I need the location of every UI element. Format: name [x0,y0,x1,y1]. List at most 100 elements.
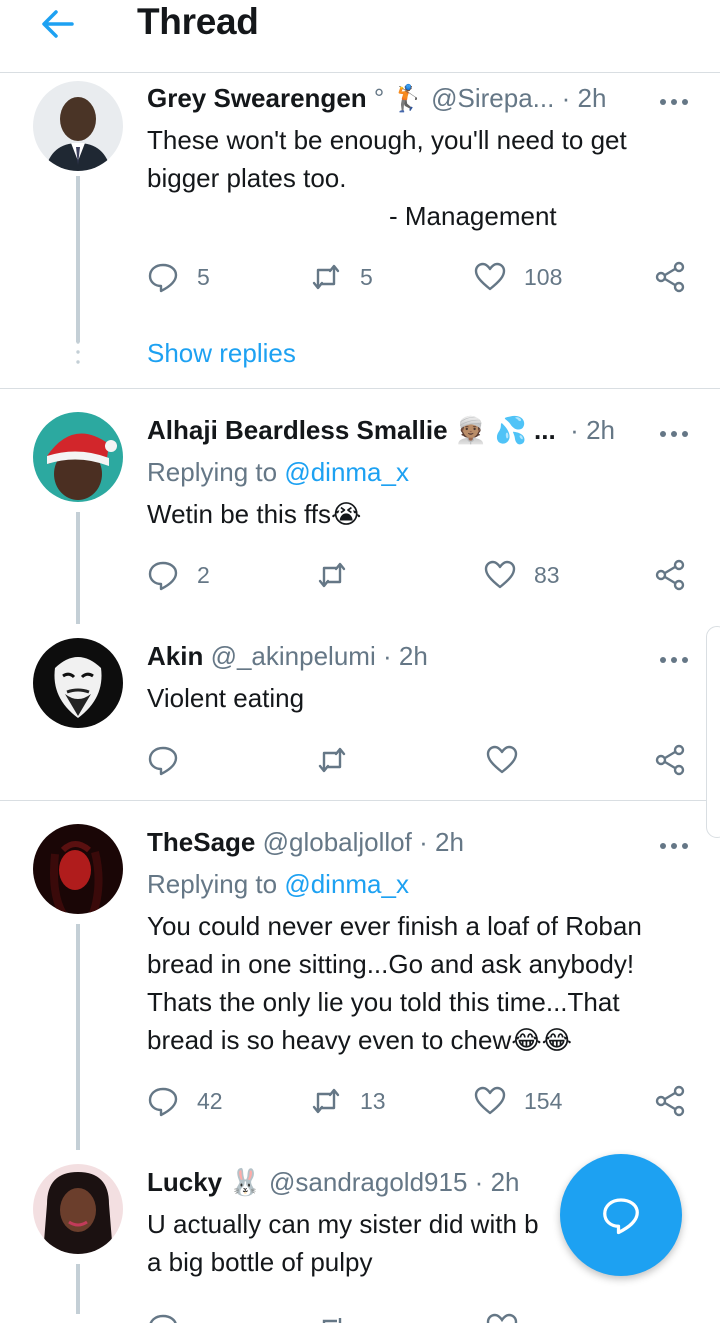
like-icon [484,560,516,589]
share-icon [655,261,685,293]
timestamp[interactable]: 2h [578,83,607,113]
tweet-4[interactable]: TheSage @globaljollof · 2h Replying to @… [0,824,720,1150]
divider [0,800,720,801]
like-button[interactable]: 154 [474,1081,562,1121]
avatar[interactable] [33,81,123,171]
reply-button[interactable] [147,740,179,780]
tweet-text-line: These won't be enough, you'll need to ge… [147,125,627,155]
share-button[interactable] [654,1081,686,1121]
tweet-text-line: bread in one sitting...Go and ask anybod… [147,949,635,979]
action-bar: 42 13 154 [0,1081,720,1121]
reply-button[interactable] [147,1308,179,1323]
like-button[interactable] [486,740,518,780]
more-icon[interactable] [658,838,690,849]
avatar[interactable] [33,1164,123,1254]
reply-icon [148,561,178,591]
display-name[interactable]: Alhaji Beardless Smallie [147,415,448,445]
more-icon[interactable] [658,426,690,437]
compose-reply-button[interactable] [560,1154,682,1276]
like-button[interactable]: 83 [484,555,560,595]
handle[interactable]: @Sirepa... [431,83,554,113]
share-button[interactable] [654,555,686,595]
avatar[interactable] [33,412,123,502]
tweet-meta: Alhaji Beardless Smallie 👳🏽 💦 ... · 2h [147,412,615,448]
display-name[interactable]: Grey Swearengen [147,83,367,113]
retweet-button[interactable]: 13 [310,1081,386,1121]
retweet-button[interactable]: 5 [310,257,373,297]
man-turban-emoji: 👳🏽 [454,415,488,445]
laughing-emoji: 😂😂 [511,1025,572,1055]
share-button[interactable] [654,740,686,780]
tweet-meta: Akin @_akinpelumi · 2h [147,638,428,674]
replying-to-link[interactable]: @dinma_x [284,457,409,487]
tweet-2[interactable]: Alhaji Beardless Smallie 👳🏽 💦 ... · 2h R… [0,412,720,624]
handle[interactable]: @_akinpelumi [211,641,376,671]
retweet-button[interactable] [316,555,348,595]
reply-button[interactable]: 5 [147,257,210,297]
rabbit-emoji: 🐰 [229,1167,262,1197]
scroll-indicator [706,626,720,838]
share-button[interactable] [654,257,686,297]
share-icon [655,559,685,591]
tweet-text: Violent eating [147,683,305,713]
tweet-meta: Grey Swearengen ° 🏌 @Sirepa... · 2h [147,80,606,116]
tweet-text-line: bread is so heavy even to chew😂😂 [147,1021,572,1059]
like-count: 154 [524,1087,563,1114]
thread-dots [76,340,80,364]
like-icon [474,262,506,291]
share-icon [655,744,685,776]
back-arrow-icon[interactable] [38,4,78,44]
tweet-text: Wetin be this ffs😭 [147,495,361,533]
reply-icon [148,746,178,776]
reply-button[interactable]: 2 [147,555,210,595]
handle[interactable]: @sandragold915 [269,1167,467,1197]
action-bar-partial [0,1308,720,1323]
like-icon [486,745,518,774]
like-button[interactable]: 108 [474,257,562,297]
compose-reply-icon [603,1198,639,1235]
tweet-3[interactable]: Akin @_akinpelumi · 2h Violent eating [0,638,720,798]
avatar[interactable] [33,824,123,914]
display-name[interactable]: Lucky [147,1167,222,1197]
handle[interactable]: @globaljollof [263,827,412,857]
tweet-text-line: You could never ever finish a loaf of Ro… [147,911,642,941]
reply-count: 42 [197,1087,223,1114]
more-icon[interactable] [658,94,690,105]
replying-prefix: Replying to [147,869,285,899]
tweet-signature: - Management [389,201,557,231]
share-icon [655,1085,685,1117]
tweet-text-line: bigger plates too. [147,163,347,193]
replying-to: Replying to @dinma_x [147,453,409,491]
timestamp[interactable]: 2h [399,641,428,671]
replying-to-link[interactable]: @dinma_x [284,869,409,899]
top-bar: Thread [0,0,720,73]
timestamp[interactable]: 2h [435,827,464,857]
like-button[interactable] [486,1308,518,1323]
reply-icon [148,1087,178,1117]
reply-icon [149,1314,177,1323]
show-replies-link[interactable]: Show replies [147,335,296,371]
handle-truncated[interactable]: ... [534,415,556,445]
timestamp[interactable]: 2h [491,1167,520,1197]
crying-emoji: 😭 [331,499,362,529]
reply-button[interactable]: 42 [147,1081,223,1121]
tweet-meta: TheSage @globaljollof · 2h [147,824,464,860]
timestamp[interactable]: 2h [586,415,615,445]
action-bar: 5 5 108 [0,257,720,297]
display-name[interactable]: TheSage [147,827,255,857]
retweet-count: 5 [360,263,373,290]
display-name[interactable]: Akin [147,641,203,671]
tweet-1[interactable]: Grey Swearengen ° 🏌 @Sirepa... · 2h Thes… [0,80,720,388]
avatar[interactable] [33,638,123,728]
action-bar [0,740,720,780]
reply-icon [148,263,178,293]
like-count: 108 [524,263,563,290]
tweet-text-content: Wetin be this ffs [147,499,332,529]
tweet-text-line: a big bottle of pulpy [147,1247,373,1277]
reply-count: 2 [197,561,210,588]
retweet-button[interactable] [316,740,348,780]
sweat-drops-emoji: 💦 [494,415,527,445]
retweet-button[interactable] [316,1308,348,1323]
retweet-icon [312,1088,340,1114]
more-icon[interactable] [658,652,690,663]
